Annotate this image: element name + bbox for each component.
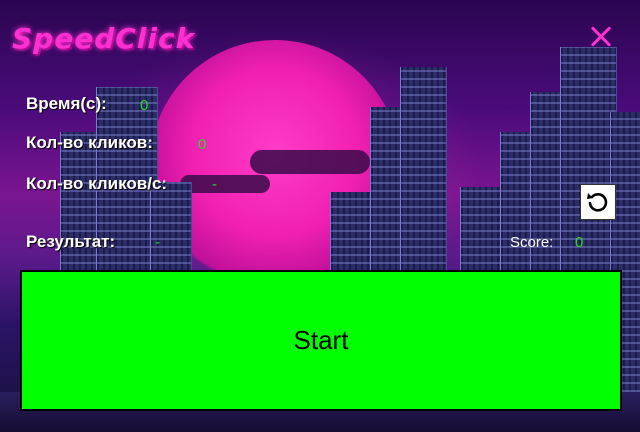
cloud <box>180 175 270 193</box>
reset-icon <box>587 193 608 212</box>
result-value: - <box>155 234 160 251</box>
cps-value: - <box>212 176 217 193</box>
reset-button[interactable] <box>580 184 616 220</box>
app-title: SpeedClick <box>12 22 196 55</box>
score-value: 0 <box>575 234 584 251</box>
cloud <box>250 150 370 174</box>
result-label: Результат: <box>26 232 116 251</box>
time-value: 0 <box>140 97 149 114</box>
clicks-value: 0 <box>198 136 207 153</box>
cps-label: Кол-во кликов/с: <box>26 174 168 193</box>
clicks-label: Кол-во кликов: <box>26 133 153 152</box>
time-label: Время(с): <box>26 94 107 113</box>
speedclick-window: SpeedClick Время(с): 0 Кол-во кликов: 0 … <box>0 0 640 432</box>
close-icon[interactable] <box>586 22 616 52</box>
score-label: Score: <box>510 234 554 251</box>
start-button[interactable]: Start <box>20 270 622 411</box>
